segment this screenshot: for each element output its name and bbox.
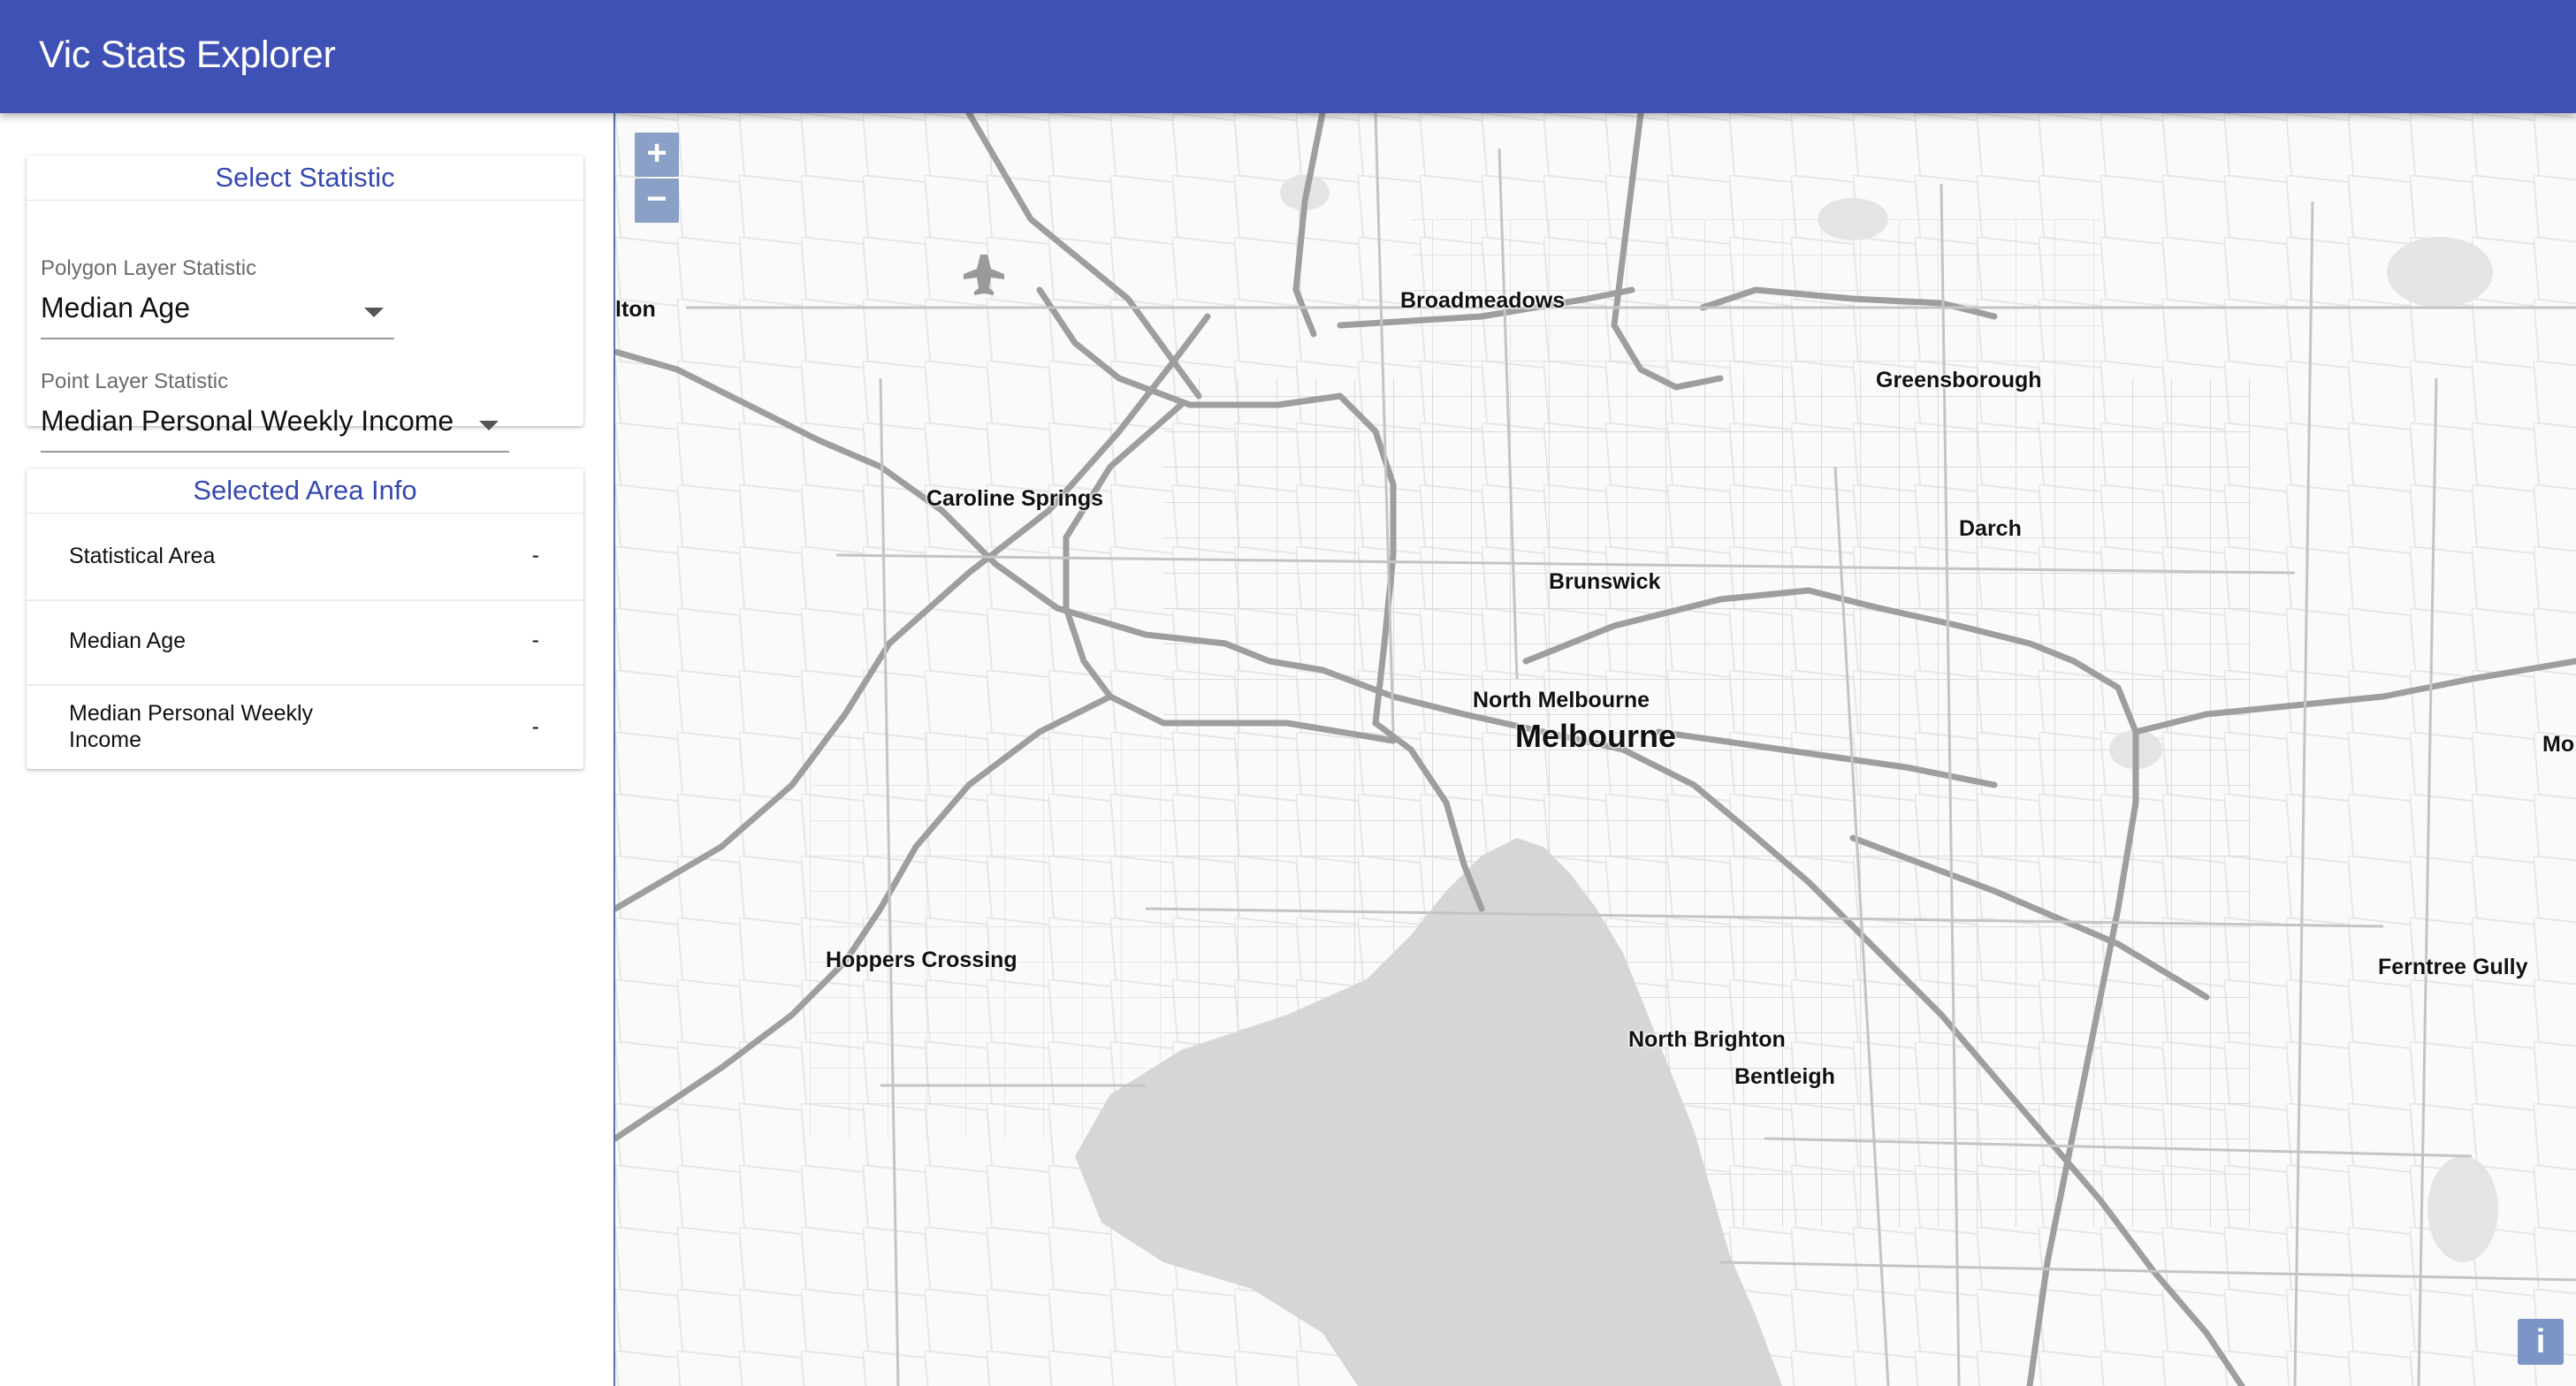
place-label-brunswick: Brunswick [1549, 569, 1661, 594]
app-bar: Vic Stats Explorer [0, 0, 2576, 113]
place-label-ferntree-gully: Ferntree Gully [2378, 955, 2528, 979]
place-label-melton: lton [615, 297, 656, 322]
app-title: Vic Stats Explorer [39, 34, 336, 76]
polygon-layer-underline [41, 338, 394, 339]
place-label-mo: Mo [2542, 732, 2575, 757]
point-layer-value[interactable]: Median Personal Weekly Income [41, 405, 453, 438]
info-label: Median Age [69, 628, 187, 653]
polygon-layer-label: Polygon Layer Statistic [41, 256, 257, 280]
place-label-broadmeadows: Broadmeadows [1400, 288, 1566, 313]
selected-area-info-title: Selected Area Info [27, 468, 583, 514]
info-value: - [531, 543, 539, 567]
map-view[interactable]: + − lton Broadmeadows Greensborough Caro… [615, 113, 2576, 1386]
place-label-darch: Darch [1959, 516, 2022, 541]
info-value: - [531, 714, 539, 739]
point-layer-label: Point Layer Statistic [41, 369, 229, 393]
place-label-bentleigh: Bentleigh [1734, 1064, 1835, 1089]
select-statistic-card: Select Statistic Polygon Layer Statistic… [27, 156, 583, 453]
info-row-median-age: Median Age - [27, 601, 583, 686]
info-value: - [531, 628, 539, 652]
chevron-down-icon[interactable] [479, 421, 499, 430]
place-label-north-brighton: North Brighton [1628, 1027, 1786, 1052]
zoom-in-button[interactable]: + [635, 133, 679, 177]
info-label: Median Personal Weekly Income [69, 701, 314, 752]
select-statistic-title: Select Statistic [27, 156, 583, 201]
selected-area-info-card: Selected Area Info Statistical Area - Me… [27, 468, 583, 769]
point-layer-underline [41, 451, 509, 453]
place-label-melbourne: Melbourne [1515, 718, 1677, 754]
place-label-greensborough: Greensborough [1876, 368, 2042, 392]
chevron-down-icon[interactable] [364, 308, 384, 317]
place-label-north-melbourne: North Melbourne [1473, 688, 1650, 712]
zoom-out-button[interactable]: − [635, 179, 679, 223]
info-row-statistical-area: Statistical Area - [27, 514, 583, 601]
place-label-hoppers-crossing: Hoppers Crossing [826, 948, 1017, 972]
info-label: Statistical Area [69, 544, 216, 568]
map-info-button[interactable]: i [2518, 1319, 2564, 1365]
info-row-median-income: Median Personal Weekly Income - [27, 686, 583, 769]
place-label-caroline-springs: Caroline Springs [926, 486, 1104, 511]
polygon-layer-value[interactable]: Median Age [41, 292, 190, 324]
sidebar: Select Statistic Polygon Layer Statistic… [0, 113, 615, 1386]
